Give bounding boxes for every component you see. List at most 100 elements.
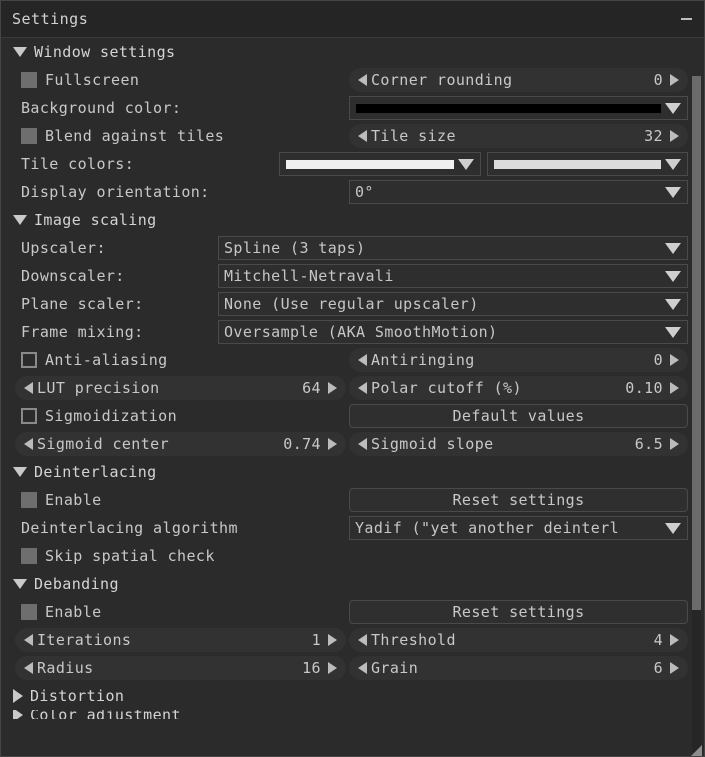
section-header-deinterlacing[interactable]: Deinterlacing [1, 458, 157, 486]
arrow-left-icon[interactable] [358, 662, 367, 674]
arrow-left-icon[interactable] [358, 130, 367, 142]
checkbox-debanding-enable[interactable]: Enable [1, 603, 102, 621]
chevron-down-icon[interactable] [458, 158, 474, 170]
arrow-left-icon[interactable] [358, 382, 367, 394]
spinner-polar-cutoff[interactable]: Polar cutoff (%) 0.10 [349, 376, 688, 400]
spinner-label-polar-cutoff: Polar cutoff (%) [371, 379, 522, 397]
arrow-left-icon[interactable] [24, 382, 33, 394]
color-dropdown-background-color[interactable] [349, 96, 688, 120]
arrow-left-icon[interactable] [24, 438, 33, 450]
chevron-down-icon[interactable] [665, 522, 681, 534]
arrow-left-icon[interactable] [24, 634, 33, 646]
checkbox-fullscreen[interactable]: Fullscreen [1, 71, 139, 89]
left-cell-deinterlacing-algorithm: Deinterlacing algorithm [1, 514, 346, 542]
spinner-lut-precision[interactable]: LUT precision 64 [15, 376, 346, 400]
right-cell-plane-scaler: None (Use regular upscaler) [218, 290, 688, 318]
dropdown-upscaler[interactable]: Spline (3 taps) [218, 236, 688, 260]
spinner-radius[interactable]: Radius 16 [15, 656, 346, 680]
dropdown-frame-mixing[interactable]: Oversample (AKA SmoothMotion) [218, 320, 688, 344]
checkbox-label-anti-aliasing: Anti-aliasing [45, 351, 168, 369]
chevron-down-icon[interactable] [665, 270, 681, 282]
title-bar[interactable]: Settings [1, 1, 704, 38]
arrow-right-icon[interactable] [670, 662, 679, 674]
arrow-left-icon[interactable] [358, 438, 367, 450]
right-cell-tile-colors [279, 150, 688, 178]
section-label-deinterlacing: Deinterlacing [34, 463, 157, 481]
scrollbar-track[interactable] [692, 76, 701, 752]
arrow-right-icon[interactable] [328, 438, 337, 450]
spinner-grain[interactable]: Grain 6 [349, 656, 688, 680]
label-upscaler: Upscaler: [21, 239, 106, 257]
label-downscaler: Downscaler: [21, 267, 125, 285]
right-cell-corner-rounding: Corner rounding 0 [349, 66, 688, 94]
arrow-right-icon[interactable] [670, 74, 679, 86]
arrow-right-icon[interactable] [670, 382, 679, 394]
right-cell-frame-mixing: Oversample (AKA SmoothMotion) [218, 318, 688, 346]
arrow-right-icon[interactable] [328, 634, 337, 646]
debanding-reset-settings-button[interactable]: Reset settings [349, 600, 688, 624]
section-header-debanding[interactable]: Debanding [1, 570, 119, 598]
section-header-distortion[interactable]: Distortion [1, 682, 124, 710]
spinner-sigmoid-slope[interactable]: Sigmoid slope 6.5 [349, 432, 688, 456]
row-plane-scaler: Plane scaler: None (Use regular upscaler… [1, 290, 704, 318]
triangle-down-icon [13, 47, 27, 57]
chevron-down-icon[interactable] [665, 298, 681, 310]
spinner-label-antiringing: Antiringing [371, 351, 475, 369]
window-title: Settings [12, 10, 89, 28]
section-header-color-adjustment[interactable]: Color adjustment [1, 710, 181, 719]
chevron-down-icon[interactable] [665, 102, 681, 114]
arrow-right-icon[interactable] [670, 130, 679, 142]
spinner-sigmoid-center[interactable]: Sigmoid center 0.74 [15, 432, 346, 456]
right-cell-tile-size: Tile size 32 [349, 122, 688, 150]
minimize-button[interactable] [674, 7, 698, 31]
spinner-corner-rounding[interactable]: Corner rounding 0 [349, 68, 688, 92]
checkbox-blend-against-tiles[interactable]: Blend against tiles [1, 127, 224, 145]
color-swatch-tile-1 [286, 159, 454, 169]
titlebar-buttons [674, 1, 698, 37]
arrow-right-icon[interactable] [670, 634, 679, 646]
checkbox-sigmoidization[interactable]: Sigmoidization [1, 407, 177, 425]
left-cell-sigmoid-center: Sigmoid center 0.74 [15, 430, 346, 458]
checkbox-deinterlacing-enable[interactable]: Enable [1, 491, 102, 509]
dropdown-display-orientation[interactable]: 0° [349, 180, 688, 204]
deinterlacing-reset-settings-button[interactable]: Reset settings [349, 488, 688, 512]
dropdown-downscaler[interactable]: Mitchell-Netravali [218, 264, 688, 288]
arrow-left-icon[interactable] [358, 354, 367, 366]
right-cell-deinterlacing-reset: Reset settings [349, 486, 688, 514]
arrow-right-icon[interactable] [328, 382, 337, 394]
section-header-window-settings[interactable]: Window settings [1, 38, 175, 66]
checkbox-box-skip-spatial-check [21, 548, 37, 564]
chevron-down-icon[interactable] [665, 242, 681, 254]
checkbox-anti-aliasing[interactable]: Anti-aliasing [1, 351, 168, 369]
arrow-left-icon[interactable] [358, 74, 367, 86]
chevron-down-icon[interactable] [665, 158, 681, 170]
spinner-value-sigmoid-slope: 6.5 [634, 435, 663, 453]
chevron-down-icon[interactable] [665, 186, 681, 198]
spinner-iterations[interactable]: Iterations 1 [15, 628, 346, 652]
left-cell-display-orientation: Display orientation: [1, 178, 346, 206]
spinner-tile-size[interactable]: Tile size 32 [349, 124, 688, 148]
color-dropdown-tile-color-2[interactable] [487, 152, 688, 176]
arrow-right-icon[interactable] [328, 662, 337, 674]
right-cell-grain: Grain 6 [349, 654, 688, 682]
dropdown-plane-scaler[interactable]: None (Use regular upscaler) [218, 292, 688, 316]
chevron-down-icon[interactable] [665, 326, 681, 338]
triangle-down-icon [13, 579, 27, 589]
checkbox-label-deinterlacing-enable: Enable [45, 491, 102, 509]
arrow-right-icon[interactable] [670, 354, 679, 366]
row-iterations-threshold: Iterations 1 Threshold 4 [1, 626, 704, 654]
arrow-left-icon[interactable] [358, 634, 367, 646]
scrollbar-thumb[interactable] [692, 76, 701, 610]
color-dropdown-tile-color-1[interactable] [279, 152, 481, 176]
default-values-button[interactable]: Default values [349, 404, 688, 428]
arrow-left-icon[interactable] [24, 662, 33, 674]
arrow-right-icon[interactable] [670, 438, 679, 450]
resize-grip-icon[interactable] [690, 742, 702, 756]
section-header-image-scaling[interactable]: Image scaling [1, 206, 157, 234]
dropdown-deinterlacing-algorithm[interactable]: Yadif ("yet another deinterl [349, 516, 688, 540]
spinner-antiringing[interactable]: Antiringing 0 [349, 348, 688, 372]
spinner-threshold[interactable]: Threshold 4 [349, 628, 688, 652]
checkbox-box-debanding-enable [21, 604, 37, 620]
dropdown-value-frame-mixing: Oversample (AKA SmoothMotion) [224, 323, 498, 341]
checkbox-skip-spatial-check[interactable]: Skip spatial check [1, 547, 215, 565]
